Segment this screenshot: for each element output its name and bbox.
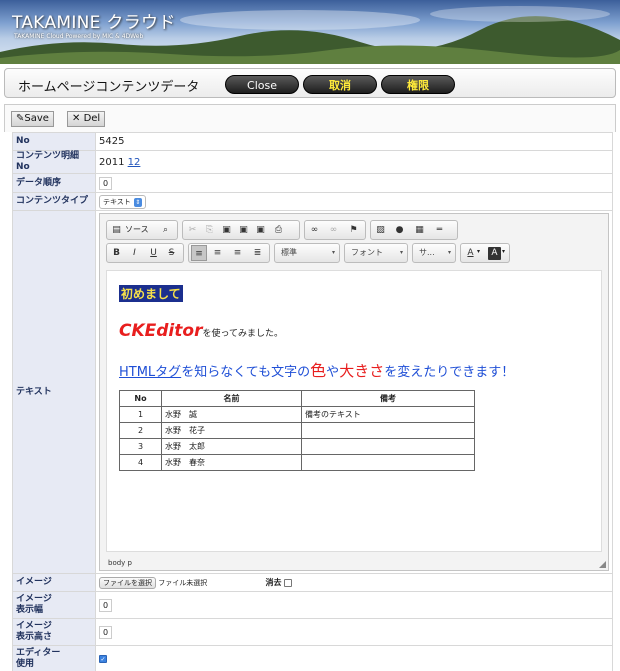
select-arrows-icon: ⇕	[133, 197, 142, 207]
table-header: 備考	[301, 390, 475, 407]
align-center-icon[interactable]: ≡	[211, 247, 224, 260]
element-path-bar[interactable]: body p	[108, 559, 132, 567]
html-tag-link[interactable]: HTMLタグ	[119, 365, 181, 380]
table-header: 名前	[161, 390, 302, 407]
content-line-2: CKEditorを使ってみました。	[119, 321, 284, 341]
underline-icon[interactable]: U	[147, 247, 160, 260]
delete-image-checkbox[interactable]	[283, 578, 292, 587]
no-value: 5425	[95, 132, 613, 151]
action-bar: ✎Save ✕ Del	[4, 104, 616, 132]
ckeditor-brand-text: CKEditor	[119, 321, 203, 341]
preview-icon[interactable]: ⌕	[159, 224, 172, 237]
content-type-select[interactable]: テキスト ⇕	[99, 194, 146, 209]
cut-icon[interactable]: ✂	[186, 224, 199, 237]
save-button[interactable]: ✎Save	[11, 111, 54, 127]
paste-text-icon[interactable]: ▣	[237, 224, 250, 237]
align-justify-icon[interactable]: ≣	[251, 247, 264, 260]
delete-button[interactable]: ✕ Del	[67, 111, 106, 127]
chevron-down-icon: ▾	[477, 248, 481, 255]
permission-button[interactable]: 権限	[381, 75, 455, 94]
align-left-icon[interactable]: ≡	[191, 245, 207, 261]
detail-no-link[interactable]: 12	[128, 157, 141, 168]
use-editor-checkbox[interactable]: ✓	[99, 654, 107, 663]
italic-icon[interactable]: I	[128, 247, 141, 260]
paste-icon[interactable]: ▣	[220, 224, 233, 237]
paste-word-icon[interactable]: ▣	[254, 224, 267, 237]
copy-icon[interactable]: ⎘	[203, 224, 216, 237]
chevron-down-icon: ▾	[502, 248, 506, 255]
use-editor-label: エディター 使用	[12, 645, 96, 671]
source-icon[interactable]: ▤	[110, 224, 123, 237]
table-header: No	[119, 390, 162, 407]
order-label: データ順序	[12, 173, 96, 193]
text-color-icon[interactable]: A	[464, 247, 477, 260]
format-combo[interactable]: 標準 ▾	[274, 243, 340, 263]
flash-icon[interactable]: ●	[393, 224, 406, 237]
table-row: 1 水野 誠 備考のテキスト	[119, 406, 475, 423]
page-title: ホームページコンテンツデータ	[18, 80, 200, 95]
print-icon[interactable]: ⎙	[272, 224, 285, 237]
type-label: コンテンツタイプ	[12, 192, 96, 211]
order-input[interactable]: 0	[99, 176, 113, 190]
choose-file-button[interactable]: ファイルを選択	[99, 576, 156, 589]
detail-no-label: コンテンツ明細No	[12, 150, 96, 174]
close-button[interactable]: Close	[225, 75, 299, 94]
strikethrough-icon[interactable]: S	[165, 247, 178, 260]
anchor-flag-icon[interactable]: ⚑	[347, 224, 360, 237]
size-combo[interactable]: サ... ▾	[412, 243, 456, 263]
font-combo[interactable]: フォント ▾	[344, 243, 408, 263]
header-banner: TAKAMINE クラウド TAKAMINE Cloud Powered by …	[0, 0, 620, 64]
content-heading: 初めまして	[119, 285, 183, 302]
editor-content-area[interactable]: 初めまして CKEditorを使ってみました。 HTMLタグを知らなくても文字の…	[106, 270, 602, 552]
rich-text-editor: ▤ ソース ⌕ ✂ ⎘ ▣ ▣ ▣ ⎙ ∞ ∞ ⚑ ▨ ● ▦ ═ B I U …	[99, 213, 609, 571]
chevron-down-icon: ▾	[447, 249, 451, 256]
image-height-label: イメージ 表示高さ	[12, 618, 96, 646]
table-row: 3 水野 太郎	[119, 438, 475, 455]
table-icon[interactable]: ▦	[413, 224, 426, 237]
content-line-3: HTMLタグを知らなくても文字の色や大きさを変えたりできます！	[119, 361, 515, 380]
chevron-down-icon: ▾	[331, 249, 335, 256]
content-form: No 5425 コンテンツ明細No 2011 12 データ順序 0 コンテンツタ…	[12, 132, 613, 671]
bold-icon[interactable]: B	[110, 247, 123, 260]
background-color-icon[interactable]: A	[488, 247, 501, 260]
app-title: TAKAMINE クラウド	[12, 13, 176, 33]
image-width-label: イメージ 表示幅	[12, 591, 96, 619]
file-status: ファイル未選択	[158, 578, 208, 587]
editor-toolbar-row-2: B I U S ≡ ≡ ≡ ≣ 標準 ▾ フォント ▾ サ... ▾ A ▾ A…	[106, 243, 606, 263]
image-icon[interactable]: ▨	[374, 224, 387, 237]
app-subtitle: TAKAMINE Cloud Powered by MIC & 4DWeb	[14, 33, 144, 40]
horizontal-rule-icon[interactable]: ═	[433, 224, 446, 237]
image-label: イメージ	[12, 573, 96, 592]
content-table: No 名前 備考 1 水野 誠 備考のテキスト 2 水野 花子 3 水野 太郎 …	[119, 390, 475, 471]
resize-handle-icon[interactable]	[599, 561, 606, 568]
cancel-button[interactable]: 取消	[303, 75, 377, 94]
unlink-icon[interactable]: ∞	[327, 224, 340, 237]
page-titlebar: ホームページコンテンツデータ Close 取消 権限	[4, 68, 616, 98]
chevron-down-icon: ▾	[399, 249, 403, 256]
align-right-icon[interactable]: ≡	[231, 247, 244, 260]
source-button-label[interactable]: ソース	[125, 224, 149, 235]
table-row: 4 水野 春奈	[119, 454, 475, 471]
close-icon: ✕	[72, 113, 84, 124]
no-label: No	[12, 132, 96, 151]
detail-no-value: 2011	[99, 156, 125, 168]
text-label: テキスト	[12, 210, 96, 574]
delete-image-label: 消去	[265, 577, 282, 587]
image-height-input[interactable]: 0	[99, 625, 113, 639]
image-width-input[interactable]: 0	[99, 598, 113, 612]
table-row: 2 水野 花子	[119, 422, 475, 439]
link-icon[interactable]: ∞	[308, 224, 321, 237]
